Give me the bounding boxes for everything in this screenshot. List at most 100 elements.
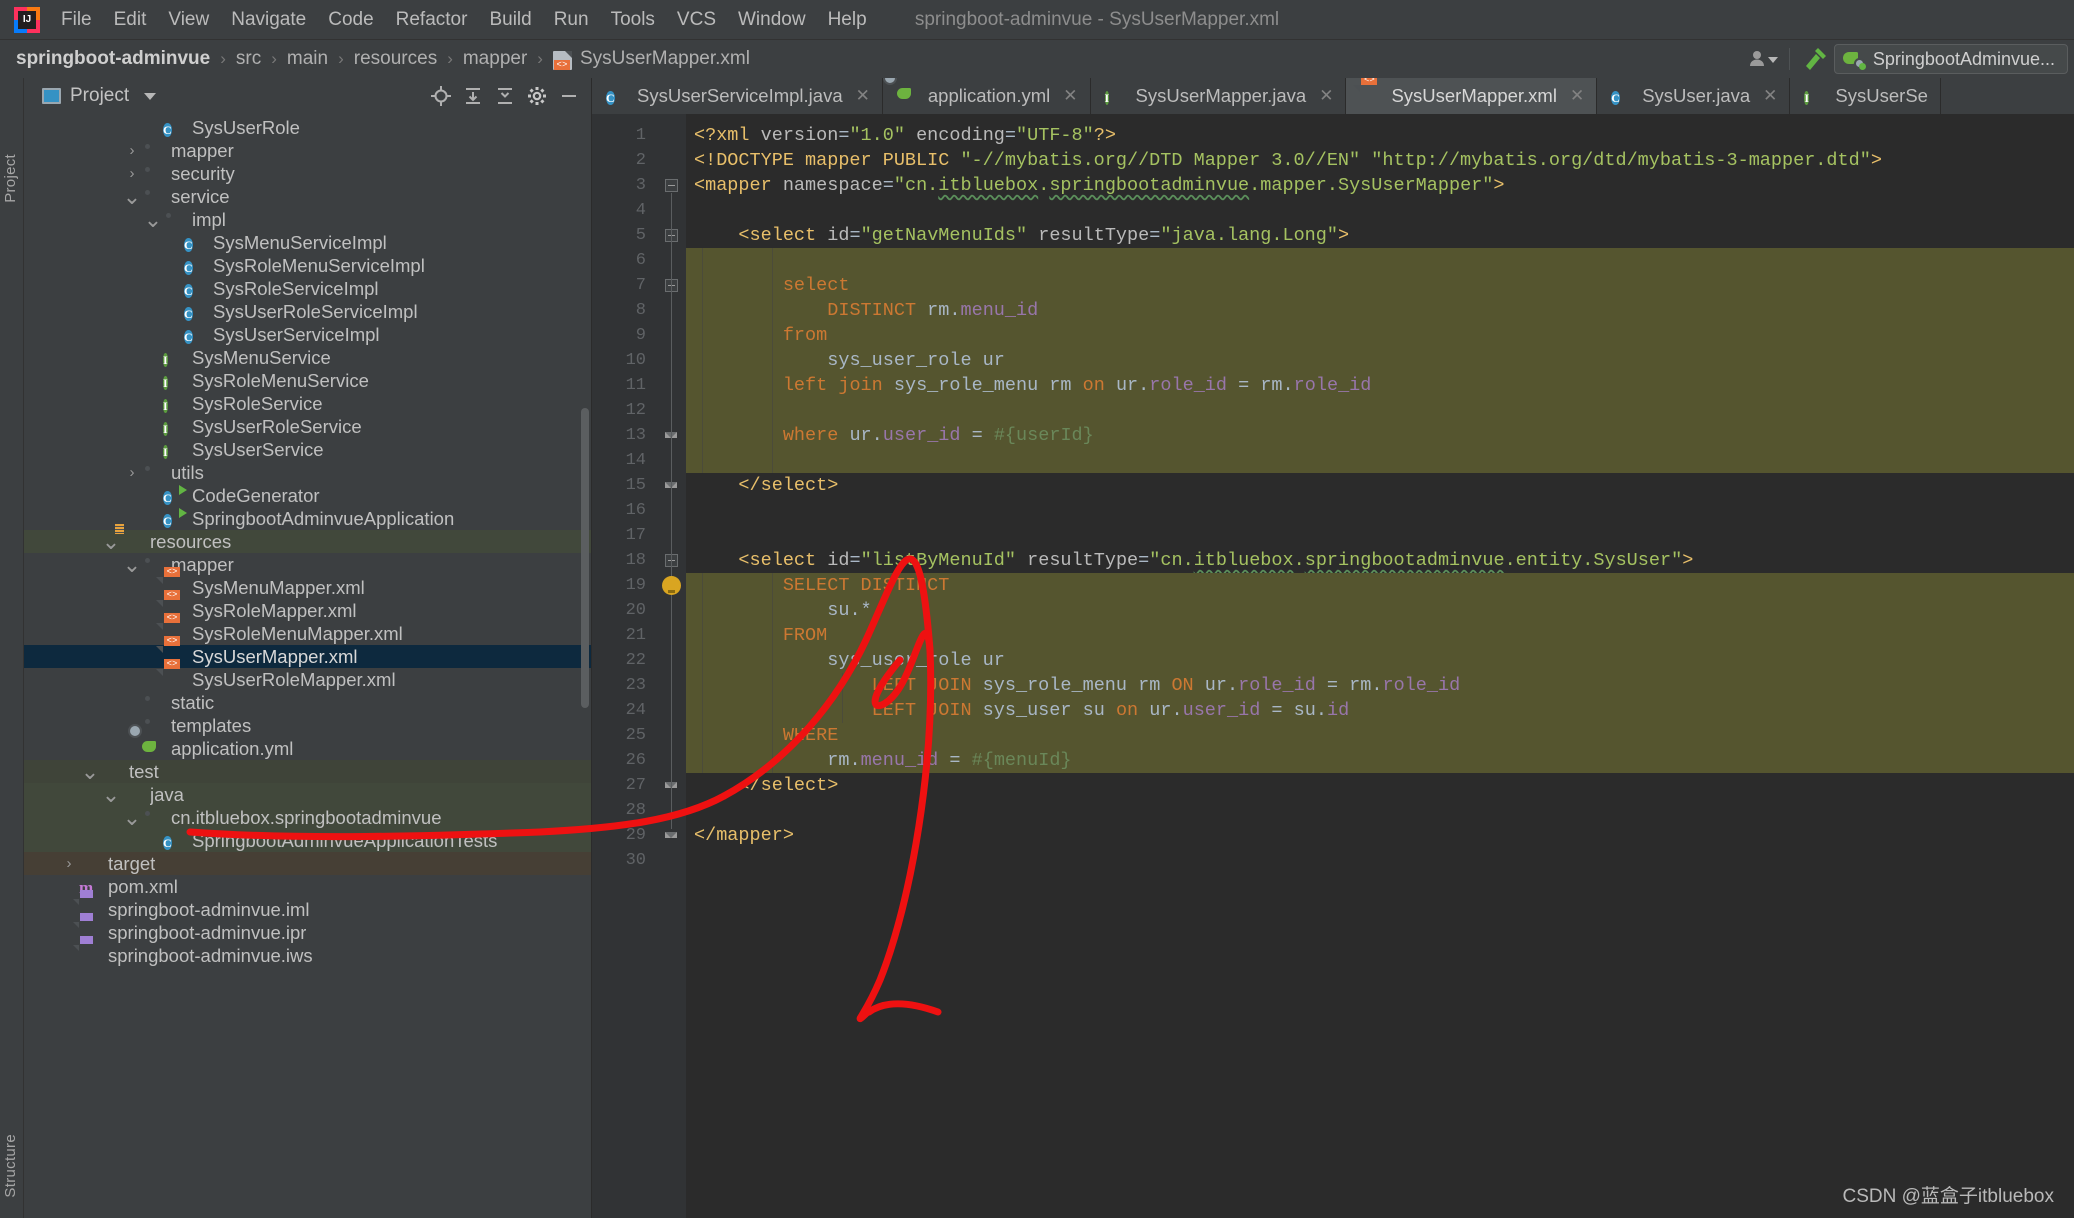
tree-node[interactable]: › mapper — [24, 139, 591, 162]
editor-tab[interactable]: I SysUserMapper.java ✕ — [1091, 78, 1347, 114]
menu-item-help[interactable]: Help — [817, 5, 878, 35]
menu-item-code[interactable]: Code — [317, 5, 384, 35]
tree-node[interactable]: templates — [24, 714, 591, 737]
tree-node[interactable]: ⌄ service — [24, 185, 591, 208]
tree-node[interactable]: ⌄ cn.itbluebox.springbootadminvue — [24, 806, 591, 829]
chevron-right-icon[interactable]: › — [122, 464, 142, 481]
close-icon[interactable]: ✕ — [1570, 86, 1584, 106]
editor-tab[interactable]: I SysUserSe — [1790, 78, 1941, 114]
tree-node[interactable]: I SysUserRoleService — [24, 415, 591, 438]
code-folding-column[interactable] — [658, 114, 686, 1218]
build-hammer-icon[interactable] — [1798, 44, 1834, 74]
tree-node[interactable]: I SysRoleMenuService — [24, 369, 591, 392]
tree-node[interactable]: ⌄ test — [24, 760, 591, 783]
menu-item-window[interactable]: Window — [727, 5, 817, 35]
tree-node[interactable]: C SysUserServiceImpl — [24, 323, 591, 346]
chevron-right-icon[interactable]: › — [122, 165, 142, 182]
chevron-down-icon[interactable]: ⌄ — [143, 208, 163, 230]
tree-node[interactable]: C CodeGenerator — [24, 484, 591, 507]
menu-item-vcs[interactable]: VCS — [666, 5, 727, 35]
tree-node[interactable]: C SysMenuServiceImpl — [24, 231, 591, 254]
tree-node[interactable]: C SysUserRole — [24, 116, 591, 139]
code-line: <!DOCTYPE mapper PUBLIC "-//mybatis.org/… — [694, 150, 1882, 171]
chevron-down-icon[interactable]: ⌄ — [101, 530, 121, 552]
code-line: SELECT DISTINCT — [686, 573, 2074, 598]
menu-item-run[interactable]: Run — [543, 5, 600, 35]
tree-node[interactable]: ⌄ impl — [24, 208, 591, 231]
tree-node[interactable]: SysMenuMapper.xml — [24, 576, 591, 599]
editor-tab[interactable]: C SysUserServiceImpl.java ✕ — [592, 78, 883, 114]
code-line: sys_user_role ur — [686, 348, 2074, 373]
tree-node[interactable]: SysRoleMapper.xml — [24, 599, 591, 622]
settings-gear-icon[interactable] — [523, 82, 551, 110]
tree-node[interactable]: ⌄ mapper — [24, 553, 591, 576]
close-icon[interactable]: ✕ — [1763, 86, 1777, 106]
project-tree-scrollbar[interactable] — [581, 408, 589, 708]
close-icon[interactable]: ✕ — [1319, 86, 1333, 106]
close-icon[interactable]: ✕ — [856, 86, 870, 106]
tool-window-tab-project[interactable]: Project — [2, 154, 19, 203]
tree-node[interactable]: ⌄ resources — [24, 530, 591, 553]
tree-node[interactable]: C SpringbootAdminvueApplicationTests — [24, 829, 591, 852]
project-panel-title-group[interactable]: Project — [42, 85, 157, 107]
chevron-right-icon[interactable]: › — [59, 855, 79, 872]
tree-node[interactable]: springboot-adminvue.iml — [24, 898, 591, 921]
fold-end-icon[interactable] — [665, 829, 678, 842]
project-tree[interactable]: C SysUserRole › mapper › security ⌄ service ⌄ imp… — [24, 114, 591, 1218]
tree-node[interactable]: C SpringbootAdminvueApplication — [24, 507, 591, 530]
tree-node[interactable]: › security — [24, 162, 591, 185]
menu-item-file[interactable]: File — [50, 5, 103, 35]
breadcrumb-item-0[interactable]: springboot-adminvue — [16, 48, 210, 70]
tree-node[interactable]: C SysUserRoleServiceImpl — [24, 300, 591, 323]
chevron-down-icon[interactable]: ⌄ — [122, 806, 142, 828]
chevron-down-icon[interactable]: ⌄ — [122, 185, 142, 207]
run-configuration-selector[interactable]: SpringbootAdminvue... — [1833, 44, 2068, 74]
tree-node[interactable]: › utils — [24, 461, 591, 484]
menu-item-tools[interactable]: Tools — [600, 5, 666, 35]
close-icon[interactable]: ✕ — [1063, 86, 1077, 106]
tree-node[interactable]: C SysRoleServiceImpl — [24, 277, 591, 300]
collapse-all-icon[interactable] — [491, 82, 519, 110]
locate-icon[interactable] — [427, 82, 455, 110]
tree-node[interactable]: I SysUserService — [24, 438, 591, 461]
code-content[interactable]: <?xml version="1.0" encoding="UTF-8"?> <!… — [686, 114, 2074, 1218]
breadcrumb-item-3[interactable]: resources — [354, 48, 437, 70]
menu-item-refactor[interactable]: Refactor — [385, 5, 479, 35]
menu-item-view[interactable]: View — [157, 5, 220, 35]
tree-node[interactable]: › target — [24, 852, 591, 875]
tree-node[interactable]: application.yml — [24, 737, 591, 760]
tree-node[interactable]: I SysRoleService — [24, 392, 591, 415]
breadcrumb-item-1[interactable]: src — [236, 48, 261, 70]
editor-tab[interactable]: C SysUser.java ✕ — [1597, 78, 1791, 114]
editor-tab[interactable]: SysUserMapper.xml ✕ — [1346, 78, 1598, 114]
tree-node[interactable]: SysUserRoleMapper.xml — [24, 668, 591, 691]
chevron-down-icon[interactable] — [144, 92, 157, 100]
menu-item-navigate[interactable]: Navigate — [220, 5, 317, 35]
menu-item-build[interactable]: Build — [478, 5, 542, 35]
intention-bulb-icon[interactable] — [662, 576, 681, 595]
chevron-down-icon[interactable]: ⌄ — [101, 783, 121, 805]
hide-panel-icon[interactable] — [555, 82, 583, 110]
tree-node[interactable]: m pom.xml — [24, 875, 591, 898]
tool-window-tab-structure[interactable]: Structure — [2, 1134, 19, 1198]
fold-collapse-icon[interactable] — [665, 179, 678, 192]
breadcrumb-item-2[interactable]: main — [287, 48, 328, 70]
code-editor[interactable]: 1 2 3 4 5 6 7 8 9 10 11 12 13 14 15 16 17 18 19 20 21 22 23 24 2… — [592, 114, 2074, 1218]
tree-node[interactable]: springboot-adminvue.iws — [24, 944, 591, 967]
menu-item-edit[interactable]: Edit — [103, 5, 158, 35]
tree-node[interactable]: springboot-adminvue.ipr — [24, 921, 591, 944]
breadcrumb-item-4[interactable]: mapper — [463, 48, 527, 70]
editor-tab[interactable]: application.yml ✕ — [883, 78, 1091, 114]
tree-node[interactable]: SysRoleMenuMapper.xml — [24, 622, 591, 645]
breadcrumb-item-5[interactable]: SysUserMapper.xml — [552, 48, 750, 70]
expand-all-icon[interactable] — [459, 82, 487, 110]
tree-node[interactable]: I SysMenuService — [24, 346, 591, 369]
tree-node[interactable]: C SysRoleMenuServiceImpl — [24, 254, 591, 277]
chevron-right-icon[interactable]: › — [122, 142, 142, 159]
chevron-down-icon[interactable]: ⌄ — [80, 760, 100, 782]
chevron-down-icon[interactable]: ⌄ — [122, 553, 142, 575]
tree-node[interactable]: SysUserMapper.xml — [24, 645, 591, 668]
user-dropdown-icon[interactable] — [1745, 44, 1781, 74]
tree-node[interactable]: static — [24, 691, 591, 714]
tree-node[interactable]: ⌄ java — [24, 783, 591, 806]
